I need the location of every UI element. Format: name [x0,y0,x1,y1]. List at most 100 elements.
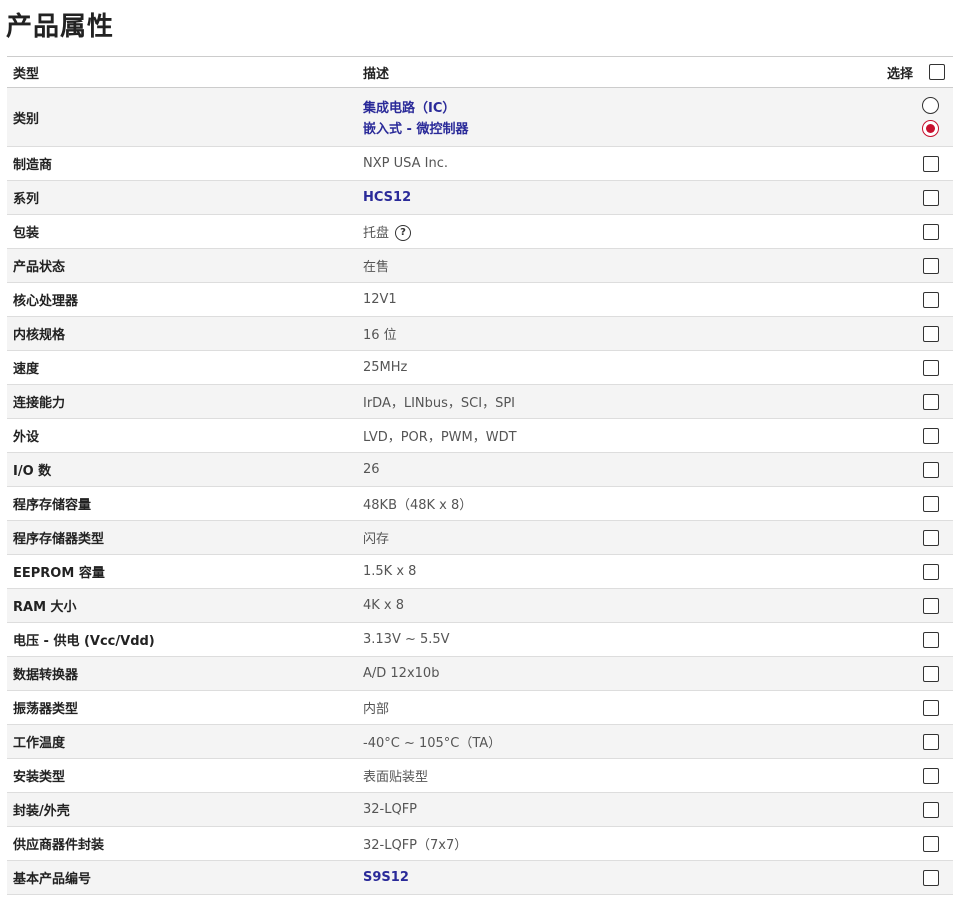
row-checkbox[interactable] [923,359,939,376]
row-checkbox[interactable] [923,325,939,342]
row-select [857,554,953,589]
table-header-row: 类型 描述 选择 [7,56,953,88]
row-value: A/D 12x10b [363,666,440,681]
row-value: IrDA，LINbus，SCI，SPI [363,396,516,411]
row-value: 48KB（48K x 8） [363,498,473,513]
row-value: 托盘 [363,225,390,241]
table-row: 数据转换器 A/D 12x10b [7,656,953,691]
row-select [857,792,953,827]
row-select [857,418,953,453]
table-row: 核心处理器 12V1 [7,282,953,317]
row-value-cell: 26 [357,452,857,487]
row-value-link[interactable]: HCS12 [363,190,411,205]
row-value-cell: 32-LQFP [357,792,857,827]
row-select [857,282,953,317]
row-select [857,146,953,181]
table-row: 安装类型 表面贴装型 [7,758,953,793]
header-type: 类型 [7,56,357,88]
row-checkbox[interactable] [923,257,939,274]
row-key: EEPROM 容量 [7,554,357,589]
row-value: 25MHz [363,360,408,375]
row-value: 3.13V ~ 5.5V [363,632,450,647]
row-value-cell: IrDA，LINbus，SCI，SPI [357,384,857,419]
row-checkbox[interactable] [923,801,939,818]
row-value: 32-LQFP [363,802,418,817]
row-select [857,248,953,283]
table-row: 供应商器件封装 32-LQFP（7x7） [7,826,953,861]
row-value-cell: LVD，POR，PWM，WDT [357,418,857,453]
row-key: RAM 大小 [7,588,357,623]
row-select [857,520,953,555]
row-key: 基本产品编号 [7,860,357,895]
row-key: 包装 [7,214,357,249]
row-select [857,214,953,249]
row-key: 程序存储容量 [7,486,357,521]
row-value-cell: 16 位 [357,316,857,351]
row-checkbox[interactable] [923,597,939,614]
row-key: 电压 - 供电 (Vcc/Vdd) [7,622,357,657]
row-checkbox[interactable] [923,495,939,512]
row-checkbox[interactable] [923,699,939,716]
row-key: 工作温度 [7,724,357,759]
row-key: 外设 [7,418,357,453]
row-value: 闪存 [363,532,390,547]
select-all-checkbox[interactable] [929,64,945,80]
row-value: -40°C ~ 105°C（TA） [363,736,502,751]
row-value-cell: A/D 12x10b [357,656,857,691]
row-checkbox[interactable] [923,461,939,478]
row-key: 供应商器件封装 [7,826,357,861]
row-value-cell: 表面贴装型 [357,758,857,793]
row-key: 产品状态 [7,248,357,283]
row-key: I/O 数 [7,452,357,487]
row-checkbox[interactable] [923,529,939,546]
row-checkbox[interactable] [923,733,939,750]
row-key: 类别 [7,87,357,147]
row-value-cell: -40°C ~ 105°C（TA） [357,724,857,759]
row-value: 4K x 8 [363,598,405,613]
row-select [857,87,953,147]
category-link-ic[interactable]: 集成电路（IC） [363,97,851,116]
row-select [857,622,953,657]
header-description: 描述 [357,56,857,88]
row-value-cell: 托盘? [357,214,857,249]
row-checkbox[interactable] [923,665,939,682]
row-value-cell: S9S12 [357,860,857,895]
row-checkbox[interactable] [923,291,939,308]
row-checkbox[interactable] [923,155,939,172]
row-checkbox[interactable] [923,189,939,206]
row-key: 安装类型 [7,758,357,793]
row-checkbox[interactable] [923,427,939,444]
row-value: 集成电路（IC） 嵌入式 - 微控制器 [357,87,857,147]
row-key: 内核规格 [7,316,357,351]
row-key: 振荡器类型 [7,690,357,725]
row-select [857,724,953,759]
category-link-mcu[interactable]: 嵌入式 - 微控制器 [363,118,851,137]
category-radio-ic[interactable] [922,97,939,114]
row-checkbox[interactable] [923,767,939,784]
table-row: 振荡器类型 内部 [7,690,953,725]
row-checkbox[interactable] [923,869,939,886]
row-checkbox[interactable] [923,835,939,852]
table-row: 连接能力 IrDA，LINbus，SCI，SPI [7,384,953,419]
row-checkbox[interactable] [923,631,939,648]
row-key: 程序存储器类型 [7,520,357,555]
row-checkbox[interactable] [923,223,939,240]
row-value: 在售 [363,260,390,275]
category-radio-mcu[interactable] [922,120,939,137]
row-value-cell: 3.13V ~ 5.5V [357,622,857,657]
row-checkbox[interactable] [923,563,939,580]
row-value: 内部 [363,702,390,717]
row-value-link[interactable]: S9S12 [363,870,409,885]
row-select [857,316,953,351]
row-value-cell: 12V1 [357,282,857,317]
row-key: 速度 [7,350,357,385]
table-row: 速度 25MHz [7,350,953,385]
row-select [857,758,953,793]
table-row: EEPROM 容量 1.5K x 8 [7,554,953,589]
row-select [857,384,953,419]
row-value: 表面贴装型 [363,770,429,785]
table-row: 工作温度 -40°C ~ 105°C（TA） [7,724,953,759]
row-key: 数据转换器 [7,656,357,691]
help-circle-icon[interactable]: ? [395,225,412,242]
row-checkbox[interactable] [923,393,939,410]
